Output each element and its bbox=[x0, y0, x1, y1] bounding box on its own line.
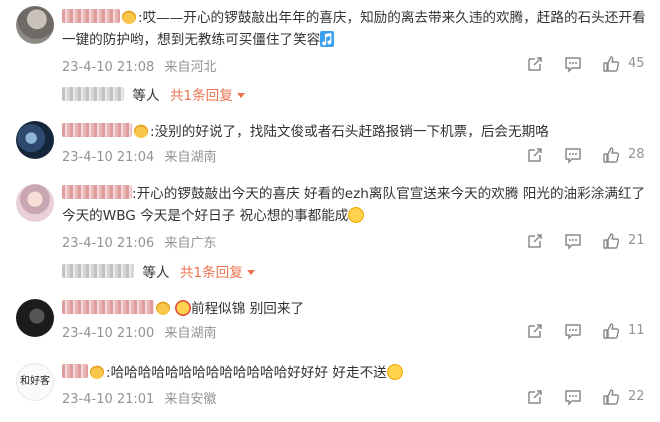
share-icon[interactable] bbox=[526, 55, 544, 73]
comment-time: 23-4-10 21:06 bbox=[62, 236, 155, 251]
member-badge-icon bbox=[122, 10, 136, 24]
like-icon[interactable]: 11 bbox=[602, 322, 645, 340]
music-note-icon bbox=[320, 31, 335, 47]
username[interactable] bbox=[62, 364, 88, 378]
comment-time: 23-4-10 21:01 bbox=[62, 392, 155, 407]
comment-time: 23-4-10 21:04 bbox=[62, 150, 155, 165]
like-count: 21 bbox=[628, 233, 645, 248]
comment-text: :没别的好说了，找陆文俊或者石头赶路报销一下机票，后会无期咯 bbox=[150, 124, 549, 140]
comment-location: 来自湖南 bbox=[164, 150, 217, 165]
comment-icon[interactable] bbox=[564, 55, 582, 73]
comment-icon[interactable] bbox=[564, 146, 582, 164]
comment-time: 23-4-10 21:00 bbox=[62, 326, 155, 341]
comment-text: :哎——开心的锣鼓敲出年年的喜庆，知励的离去带来久违的欢腾，赶路的石头还开看一键… bbox=[62, 10, 646, 48]
comment-icon[interactable] bbox=[564, 322, 582, 340]
avatar[interactable]: 和好客 bbox=[16, 363, 54, 401]
share-icon[interactable] bbox=[526, 232, 544, 250]
smile-emoji-icon bbox=[348, 207, 365, 223]
like-count: 22 bbox=[628, 389, 645, 404]
avatar-text: 和好客 bbox=[20, 376, 50, 387]
member-badge-icon bbox=[156, 301, 170, 315]
like-count: 11 bbox=[628, 323, 645, 338]
comment-text: 前程似锦 别回来了 bbox=[191, 301, 305, 317]
avatar[interactable] bbox=[16, 184, 54, 222]
share-icon[interactable] bbox=[526, 146, 544, 164]
username[interactable] bbox=[62, 123, 132, 137]
comment-icon[interactable] bbox=[564, 388, 582, 406]
avatar[interactable] bbox=[16, 121, 54, 159]
like-count: 45 bbox=[628, 56, 645, 71]
comment-location: 来自安徽 bbox=[164, 392, 217, 407]
avatar[interactable] bbox=[16, 6, 54, 44]
like-icon[interactable]: 45 bbox=[602, 55, 645, 73]
reply-usernames[interactable] bbox=[62, 87, 124, 101]
view-replies-link[interactable]: 共1条回复 bbox=[170, 88, 233, 104]
like-icon[interactable]: 22 bbox=[602, 388, 645, 406]
like-count: 28 bbox=[628, 147, 645, 162]
comment-location: 来自湖南 bbox=[164, 326, 217, 341]
member-badge-icon bbox=[134, 124, 148, 138]
reply-others: 等人 bbox=[142, 265, 170, 281]
reply-usernames[interactable] bbox=[62, 264, 134, 278]
like-icon[interactable]: 28 bbox=[602, 146, 645, 164]
view-replies-link[interactable]: 共1条回复 bbox=[180, 265, 243, 281]
username[interactable] bbox=[62, 185, 132, 199]
comment-text: :哈哈哈哈哈哈哈哈哈哈哈哈哈好好好 好走不送 bbox=[106, 365, 387, 381]
comment-icon[interactable] bbox=[564, 232, 582, 250]
like-icon[interactable]: 21 bbox=[602, 232, 645, 250]
comment-location: 来自广东 bbox=[164, 236, 217, 251]
reply-others: 等人 bbox=[132, 88, 160, 104]
chevron-down-icon[interactable] bbox=[246, 270, 255, 275]
username[interactable] bbox=[62, 300, 154, 314]
sweat-emoji-icon bbox=[386, 364, 403, 380]
comment-time: 23-4-10 21:08 bbox=[62, 60, 155, 75]
share-icon[interactable] bbox=[526, 322, 544, 340]
username[interactable] bbox=[62, 9, 120, 23]
member-badge-icon bbox=[90, 365, 104, 379]
chevron-down-icon[interactable] bbox=[236, 93, 245, 98]
avatar[interactable] bbox=[16, 299, 54, 337]
angry-emoji-icon bbox=[175, 300, 191, 316]
comment-location: 来自河北 bbox=[164, 60, 217, 75]
share-icon[interactable] bbox=[526, 388, 544, 406]
